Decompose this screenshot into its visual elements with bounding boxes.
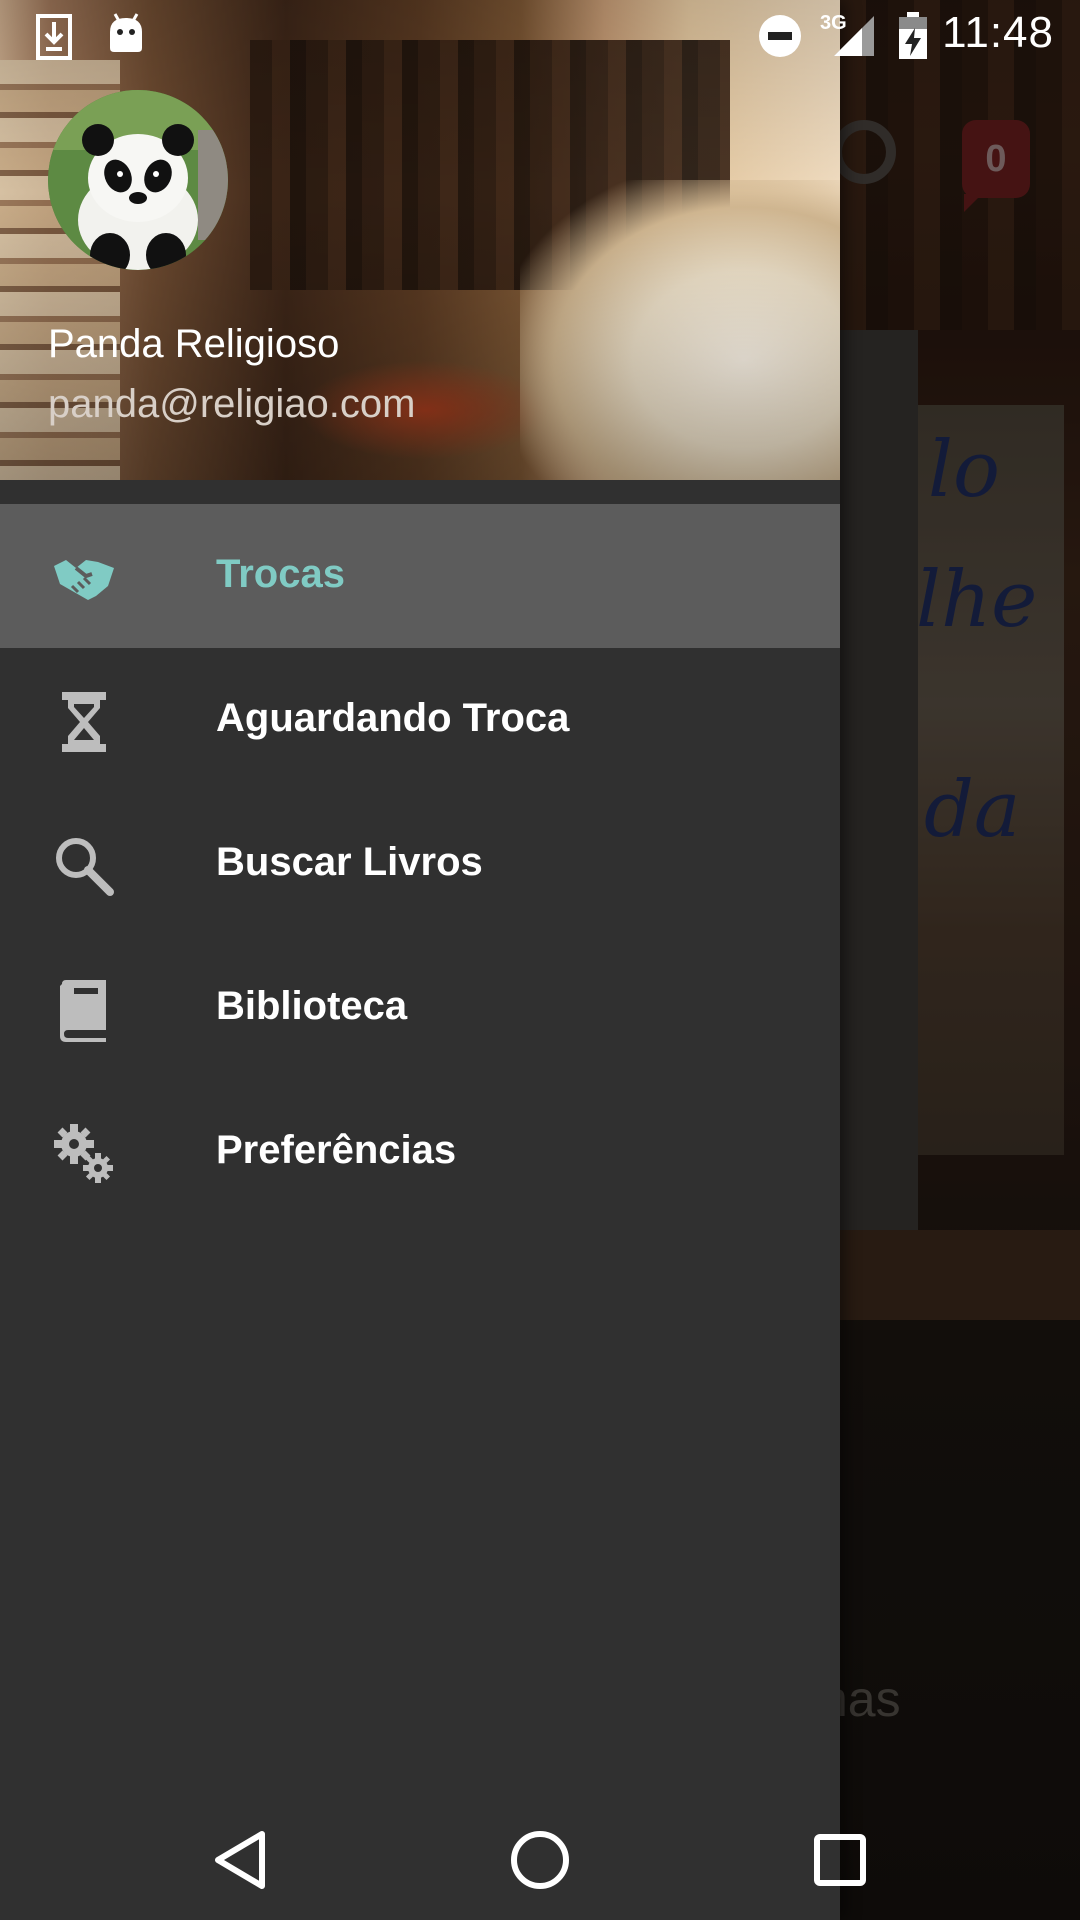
menu-item-label: Biblioteca: [216, 984, 408, 1028]
home-button[interactable]: [500, 1820, 580, 1900]
menu-item-label: Trocas: [216, 552, 345, 596]
recents-button[interactable]: [800, 1820, 880, 1900]
menu-item-label: Aguardando Troca: [216, 696, 570, 740]
menu-item-aguardando-troca[interactable]: Aguardando Troca: [0, 648, 840, 792]
status-bar: 3G 11:48: [0, 0, 1080, 72]
avatar[interactable]: [48, 90, 228, 270]
system-navigation-bar: [0, 1800, 1080, 1920]
handshake-icon: [52, 546, 116, 610]
menu-item-preferencias[interactable]: Preferências: [0, 1080, 840, 1224]
android-icon: [106, 12, 146, 59]
menu-item-label: Preferências: [216, 1128, 457, 1172]
user-name: Panda Religioso: [48, 322, 340, 366]
drawer-menu: Trocas Aguardando Troca Buscar Livros Bi…: [0, 504, 840, 1224]
menu-item-trocas[interactable]: Trocas: [0, 504, 840, 648]
gears-icon: [52, 1122, 116, 1186]
do-not-disturb-icon: [758, 14, 802, 63]
download-icon: [36, 14, 72, 65]
search-icon: [52, 834, 116, 898]
menu-item-buscar-livros[interactable]: Buscar Livros: [0, 792, 840, 936]
user-email: panda@religiao.com: [48, 382, 416, 426]
menu-item-biblioteca[interactable]: Biblioteca: [0, 936, 840, 1080]
menu-item-label: Buscar Livros: [216, 840, 483, 884]
network-type: 3G: [820, 12, 847, 34]
signal-icon: 3G: [820, 12, 876, 63]
battery-charging-icon: [898, 12, 928, 65]
back-button[interactable]: [200, 1820, 280, 1900]
drawer-header: Panda Religioso panda@religiao.com: [0, 0, 840, 480]
navigation-drawer: Panda Religioso panda@religiao.com Troca…: [0, 0, 840, 1920]
hourglass-icon: [52, 690, 116, 754]
book-icon: [52, 978, 116, 1042]
clock: 11:48: [942, 8, 1054, 57]
